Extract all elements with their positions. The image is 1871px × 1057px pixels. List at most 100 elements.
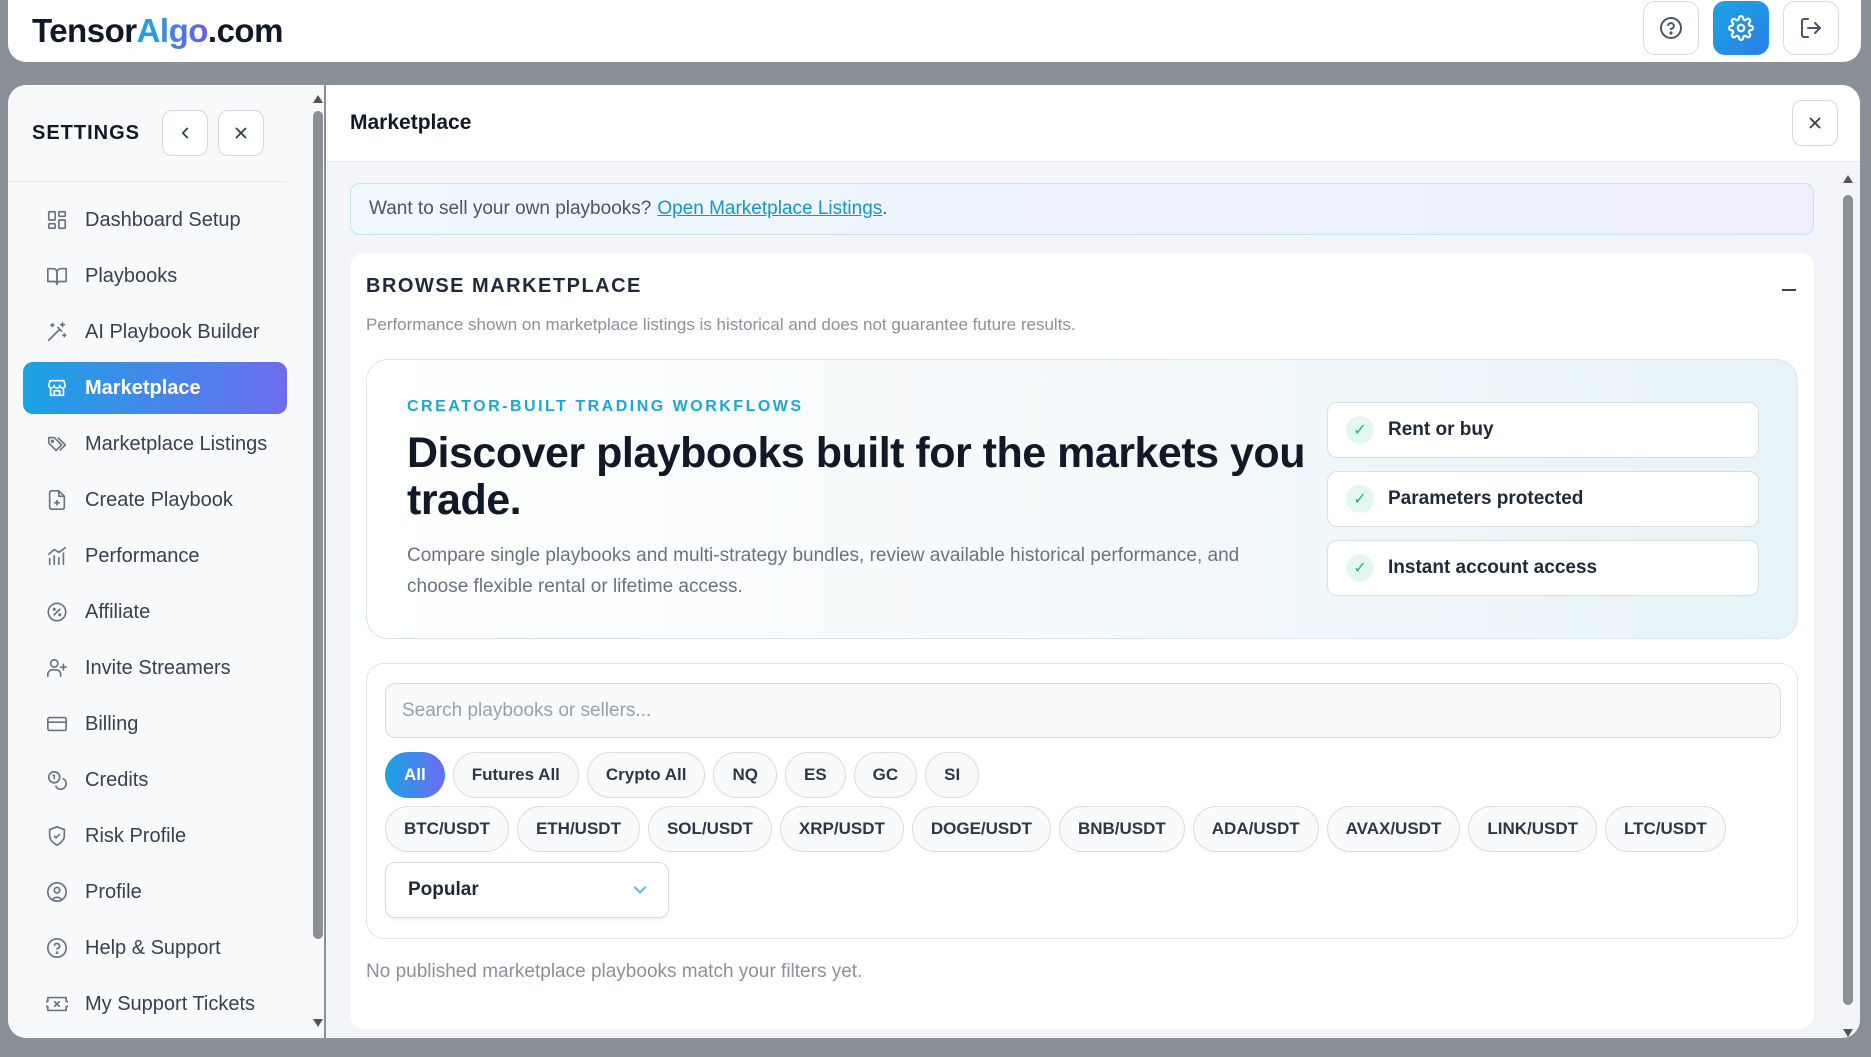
sidebar-item-affiliate[interactable]: Affiliate xyxy=(23,586,287,638)
filters-card: All Futures All Crypto All NQ ES GC SI B… xyxy=(366,663,1798,939)
close-icon xyxy=(1809,117,1821,129)
sidebar-item-label: Marketplace xyxy=(85,376,201,399)
sort-value: Popular xyxy=(408,879,479,900)
user-plus-icon xyxy=(45,656,69,680)
marketplace-panel: Marketplace Want to sell your own playbo… xyxy=(326,85,1860,1038)
help-button[interactable] xyxy=(1643,1,1699,55)
sidebar-item-performance[interactable]: Performance xyxy=(23,530,287,582)
scroll-down-arrow[interactable] xyxy=(1843,1029,1853,1037)
chip-es[interactable]: ES xyxy=(784,752,846,798)
sidebar-scrollbar[interactable] xyxy=(311,95,323,1027)
sidebar-item-label: Marketplace Listings xyxy=(85,432,268,455)
open-listings-link[interactable]: Open Marketplace Listings xyxy=(657,198,882,220)
sidebar-title: SETTINGS xyxy=(32,121,141,144)
sidebar-item-help-support[interactable]: Help & Support xyxy=(23,922,287,974)
chip-ltc-usdt[interactable]: LTC/USDT xyxy=(1605,806,1726,852)
chip-crypto-all[interactable]: Crypto All xyxy=(586,752,706,798)
hero-kicker: CREATOR-BUILT TRADING WORKFLOWS xyxy=(407,398,804,415)
sidebar-item-ai-playbook-builder[interactable]: AI Playbook Builder xyxy=(23,306,287,358)
book-open-icon xyxy=(45,264,69,288)
sidebar-item-label: Billing xyxy=(85,712,139,735)
sidebar-item-billing[interactable]: Billing xyxy=(23,698,287,750)
banner-text: Want to sell your own playbooks? xyxy=(369,198,652,219)
chart-icon xyxy=(45,544,69,568)
file-plus-icon xyxy=(45,488,69,512)
layout-grid-icon xyxy=(45,208,69,232)
sidebar-item-dashboard-setup[interactable]: Dashboard Setup xyxy=(23,194,287,246)
chip-gc[interactable]: GC xyxy=(853,752,918,798)
chip-ada-usdt[interactable]: ADA/USDT xyxy=(1192,806,1319,852)
chip-nq[interactable]: NQ xyxy=(713,752,777,798)
page-title: Marketplace xyxy=(350,111,472,134)
chip-all[interactable]: All xyxy=(385,752,445,798)
chip-xrp-usdt[interactable]: XRP/USDT xyxy=(779,806,904,852)
sidebar-item-my-support-tickets[interactable]: My Support Tickets xyxy=(23,978,287,1030)
sidebar-item-label: AI Playbook Builder xyxy=(85,320,260,343)
gear-icon xyxy=(1728,15,1754,41)
sidebar-item-credits[interactable]: Credits xyxy=(23,754,287,806)
sidebar-item-invite-streamers[interactable]: Invite Streamers xyxy=(23,642,287,694)
chip-link-usdt[interactable]: LINK/USDT xyxy=(1468,806,1598,852)
credit-card-icon xyxy=(45,712,69,736)
chip-eth-usdt[interactable]: ETH/USDT xyxy=(516,806,640,852)
sidebar-item-label: Credits xyxy=(85,768,149,791)
sidebar-item-playbooks[interactable]: Playbooks xyxy=(23,250,287,302)
sidebar-header: SETTINGS xyxy=(8,85,286,182)
check-icon: ✓ xyxy=(1346,416,1374,444)
sidebar-nav: Dashboard Setup Playbooks AI Playbook Bu… xyxy=(8,182,324,1030)
panel-header: Marketplace xyxy=(326,85,1860,162)
main-scrollbar[interactable] xyxy=(1842,175,1854,1037)
check-icon: ✓ xyxy=(1346,485,1374,513)
sidebar-item-marketplace-listings[interactable]: Marketplace Listings xyxy=(23,418,287,470)
browse-marketplace-section: BROWSE MARKETPLACE Performance shown on … xyxy=(350,253,1814,1029)
chip-doge-usdt[interactable]: DOGE/USDT xyxy=(911,806,1051,852)
chip-bnb-usdt[interactable]: BNB/USDT xyxy=(1058,806,1185,852)
ticket-icon xyxy=(45,992,69,1016)
feature-item: ✓ Parameters protected xyxy=(1327,471,1759,527)
feature-item: ✓ Rent or buy xyxy=(1327,402,1759,458)
section-heading: BROWSE MARKETPLACE xyxy=(366,275,642,297)
collapse-sidebar-button[interactable] xyxy=(162,110,208,156)
sidebar-item-label: Create Playbook xyxy=(85,488,233,511)
sidebar-item-marketplace[interactable]: Marketplace xyxy=(23,362,287,414)
close-panel-button[interactable] xyxy=(1792,100,1838,146)
chip-futures-all[interactable]: Futures All xyxy=(452,752,579,798)
scroll-up-arrow[interactable] xyxy=(1843,175,1853,183)
scroll-down-arrow[interactable] xyxy=(313,1019,323,1027)
feature-item: ✓ Instant account access xyxy=(1327,540,1759,596)
sidebar-item-profile[interactable]: Profile xyxy=(23,866,287,918)
sidebar-item-risk-profile[interactable]: Risk Profile xyxy=(23,810,287,862)
top-actions xyxy=(1643,1,1839,55)
scrollbar-thumb[interactable] xyxy=(313,111,323,939)
scrollbar-thumb[interactable] xyxy=(1843,195,1853,1005)
scroll-up-arrow[interactable] xyxy=(313,95,323,103)
chip-si[interactable]: SI xyxy=(925,752,980,798)
magic-wand-icon xyxy=(45,320,69,344)
sell-banner: Want to sell your own playbooks? Open Ma… xyxy=(350,183,1814,235)
shield-check-icon xyxy=(45,824,69,848)
logout-button[interactable] xyxy=(1783,1,1839,55)
sidebar-item-label: Performance xyxy=(85,544,200,567)
search-input[interactable] xyxy=(385,683,1781,738)
logo[interactable]: TensorAlgo.com xyxy=(32,12,283,50)
help-circle-icon xyxy=(1660,17,1682,39)
sidebar-item-create-playbook[interactable]: Create Playbook xyxy=(23,474,287,526)
chip-avax-usdt[interactable]: AVAX/USDT xyxy=(1326,806,1461,852)
chip-sol-usdt[interactable]: SOL/USDT xyxy=(647,806,772,852)
badge-percent-icon xyxy=(45,600,69,624)
empty-state-message: No published marketplace playbooks match… xyxy=(366,961,863,982)
close-sidebar-button[interactable] xyxy=(218,110,264,156)
hero-description: Compare single playbooks and multi-strat… xyxy=(407,545,1240,597)
store-icon xyxy=(45,376,69,400)
close-icon xyxy=(235,127,247,139)
hero-card: CREATOR-BUILT TRADING WORKFLOWS Discover… xyxy=(366,359,1798,639)
sidebar-item-label: Help & Support xyxy=(85,936,221,959)
collapse-section-button[interactable] xyxy=(1782,289,1796,291)
sidebar-item-label: Playbooks xyxy=(85,264,178,287)
chip-btc-usdt[interactable]: BTC/USDT xyxy=(385,806,509,852)
sidebar-item-label: Risk Profile xyxy=(85,824,187,847)
settings-sidebar: SETTINGS Dashboard Setup Playbooks AI Pl… xyxy=(8,85,324,1038)
sort-select[interactable]: Popular xyxy=(385,862,669,918)
settings-button[interactable] xyxy=(1713,1,1769,55)
top-bar: TensorAlgo.com xyxy=(8,0,1861,62)
